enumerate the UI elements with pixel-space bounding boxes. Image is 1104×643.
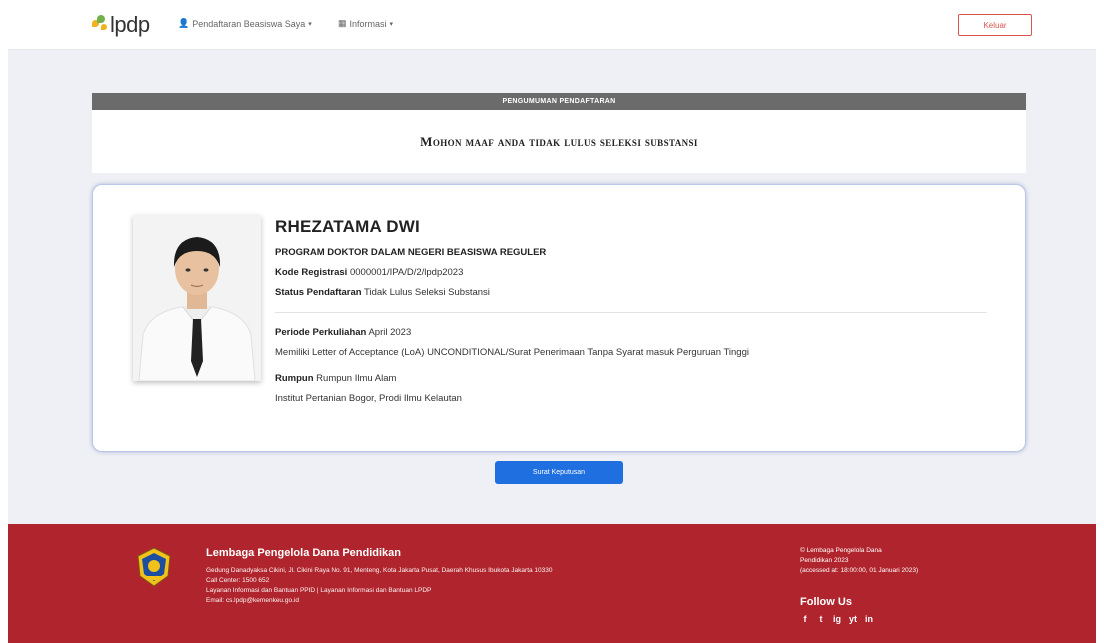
portrait-image bbox=[133, 215, 261, 381]
youtube-icon[interactable]: yt bbox=[848, 614, 858, 624]
study-cluster: Rumpun Rumpun Ilmu Alam bbox=[275, 373, 397, 384]
twitter-icon[interactable]: t bbox=[816, 614, 826, 624]
info-menu-label: Informasi bbox=[349, 18, 387, 29]
decision-letter-button[interactable]: Surat Keputusan bbox=[495, 461, 623, 484]
study-period: Periode Perkuliahan April 2023 bbox=[275, 327, 412, 338]
loa-statement: Memiliki Letter of Acceptance (LoA) UNCO… bbox=[275, 347, 749, 358]
help-links[interactable]: Layanan Informasi dan Bantuan PPID | Lay… bbox=[206, 586, 553, 596]
user-menu-label: Pendaftaran Beasiswa Saya bbox=[192, 18, 306, 29]
site-footer: Lembaga Pengelola Dana Pendidikan Gedung… bbox=[8, 524, 1096, 643]
top-navbar: lpdp 👤 Pendaftaran Beasiswa Saya ▾ ▦ Inf… bbox=[8, 0, 1096, 50]
facebook-icon[interactable]: f bbox=[800, 614, 810, 624]
applicant-name: RHEZATAMA DWI bbox=[275, 217, 420, 236]
lpdp-logo[interactable]: lpdp bbox=[92, 12, 150, 38]
org-call-center: Call Center: 1500 652 bbox=[206, 577, 270, 584]
applicant-card: RHEZATAMA DWI PROGRAM DOKTOR DALAM NEGER… bbox=[92, 184, 1026, 452]
org-name: Lembaga Pengelola Dana Pendidikan bbox=[206, 547, 401, 559]
main-content: PENGUMUMAN PENDAFTARAN Mohon maaf anda t… bbox=[8, 50, 1096, 524]
info-menu-dropdown[interactable]: ▦ Informasi ▾ bbox=[338, 18, 393, 29]
logout-button[interactable]: Keluar bbox=[958, 14, 1032, 36]
org-address: Gedung Danadyaksa Cikini, Jl. Cikini Ray… bbox=[206, 567, 553, 574]
linkedin-icon[interactable]: in bbox=[864, 614, 874, 624]
accessed-timestamp: (accessed at: 18:00:00, 01 Januari 2023) bbox=[800, 567, 919, 574]
registration-status: Status Pendaftaran Tidak Lulus Seleksi S… bbox=[275, 287, 490, 298]
chevron-down-icon: ▾ bbox=[308, 20, 312, 28]
copyright-block: © Lembaga Pengelola Dana Pendidikan 2023… bbox=[800, 546, 918, 576]
brand-text: lpdp bbox=[110, 12, 150, 37]
kemenkeu-emblem-icon bbox=[137, 547, 171, 587]
user-menu-dropdown[interactable]: 👤 Pendaftaran Beasiswa Saya ▾ bbox=[178, 18, 312, 29]
info-divider bbox=[275, 312, 987, 313]
announcement-header: PENGUMUMAN PENDAFTARAN bbox=[92, 93, 1026, 110]
social-links: f t ig yt in bbox=[800, 614, 874, 624]
right-gutter bbox=[1096, 0, 1104, 643]
program-name: PROGRAM DOKTOR DALAM NEGERI BEASISWA REG… bbox=[275, 247, 547, 258]
copyright-text: © Lembaga Pengelola Dana bbox=[800, 547, 882, 554]
applicant-photo bbox=[133, 215, 261, 381]
user-icon: 👤 bbox=[178, 18, 190, 28]
instagram-icon[interactable]: ig bbox=[832, 614, 842, 624]
org-email[interactable]: Email: cs.lpdp@kemenkeu.go.id bbox=[206, 596, 553, 606]
grid-icon: ▦ bbox=[338, 18, 347, 28]
left-gutter bbox=[0, 0, 8, 643]
chevron-down-icon: ▾ bbox=[389, 20, 394, 28]
follow-us-label: Follow Us bbox=[800, 596, 852, 608]
university-program: Institut Pertanian Bogor, Prodi Ilmu Kel… bbox=[275, 393, 462, 404]
logo-leaf-icon bbox=[92, 14, 108, 36]
announcement-message: Mohon maaf anda tidak lulus seleksi subs… bbox=[420, 133, 698, 149]
registration-code: Kode Registrasi 0000001/IPA/D/2/lpdp2023 bbox=[275, 267, 464, 278]
org-contact: Gedung Danadyaksa Cikini, Jl. Cikini Ray… bbox=[206, 566, 553, 606]
copyright-text-2: Pendidikan 2023 bbox=[800, 557, 849, 564]
announcement-panel: PENGUMUMAN PENDAFTARAN Mohon maaf anda t… bbox=[92, 93, 1026, 173]
applicant-info: RHEZATAMA DWI PROGRAM DOKTOR DALAM NEGER… bbox=[275, 217, 995, 409]
